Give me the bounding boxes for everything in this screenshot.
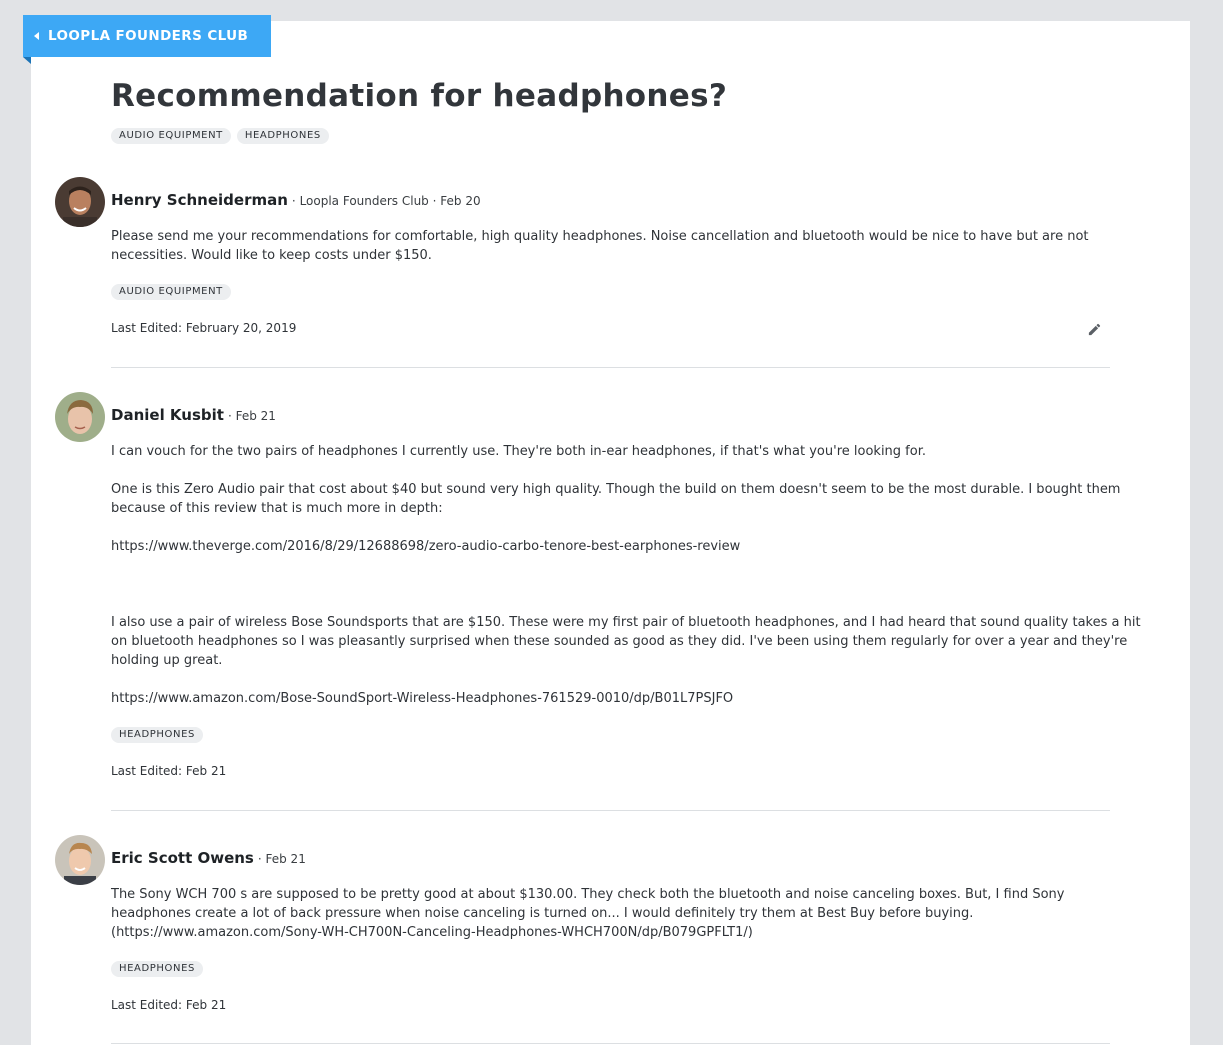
ribbon-fold <box>23 57 31 64</box>
post-tags: HEADPHONES <box>111 727 203 743</box>
body-line: because of this review that is much more… <box>111 501 443 516</box>
post-divider <box>111 367 1110 368</box>
author-name[interactable]: Daniel Kusbit <box>111 406 224 424</box>
tag-audio-equipment[interactable]: AUDIO EQUIPMENT <box>111 128 231 144</box>
post-body: Please send me your recommendations for … <box>111 227 1111 265</box>
last-edited: Last Edited: Feb 21 <box>111 998 227 1012</box>
post-meta: · Feb 21 <box>257 852 306 866</box>
link-amazon-bose[interactable]: https://www.amazon.com/Bose-SoundSport-W… <box>111 689 1111 708</box>
post-body-paragraph: I also use a pair of wireless Bose Sound… <box>111 613 1141 670</box>
post-divider <box>111 810 1110 811</box>
last-edited: Last Edited: Feb 21 <box>111 764 227 778</box>
club-name: LOOPLA FOUNDERS CLUB <box>48 28 249 44</box>
caret-left-icon <box>34 32 39 40</box>
post-date: Feb 21 <box>265 852 306 866</box>
post-header: Daniel Kusbit · Feb 21 <box>111 406 276 424</box>
body-line: One is this Zero Audio pair that cost ab… <box>111 482 1121 497</box>
author-name[interactable]: Henry Schneiderman <box>111 191 288 209</box>
body-line: I also use a pair of wireless Bose Sound… <box>111 615 1141 630</box>
tag-headphones[interactable]: HEADPHONES <box>236 128 329 144</box>
post-meta: · Loopla Founders Club · Feb 20 <box>291 194 481 208</box>
avatar[interactable] <box>55 177 105 227</box>
body-line: Please send me your recommendations for … <box>111 229 1089 244</box>
post-header: Eric Scott Owens · Feb 21 <box>111 849 306 867</box>
body-line: on bluetooth headphones so I was pleasan… <box>111 634 1128 649</box>
post-meta: · Feb 21 <box>227 409 276 423</box>
post-header: Henry Schneiderman · Loopla Founders Clu… <box>111 191 481 209</box>
link-text[interactable]: https://www.amazon.com/Bose-SoundSport-W… <box>111 691 733 706</box>
post-date: Feb 21 <box>235 409 276 423</box>
link-text[interactable]: https://www.theverge.com/2016/8/29/12688… <box>111 539 740 554</box>
post-divider <box>111 1043 1110 1044</box>
body-line: I can vouch for the two pairs of headpho… <box>111 444 926 459</box>
pencil-icon[interactable] <box>1087 322 1102 337</box>
link-verge-review[interactable]: https://www.theverge.com/2016/8/29/12688… <box>111 537 1111 556</box>
body-line: holding up great. <box>111 653 223 668</box>
tag-headphones[interactable]: HEADPHONES <box>111 961 203 977</box>
page-title: Recommendation for headphones? <box>111 78 728 114</box>
tag-audio-equipment[interactable]: AUDIO EQUIPMENT <box>111 284 231 300</box>
post-date: Feb 20 <box>440 194 481 208</box>
post-tags: AUDIO EQUIPMENT <box>111 284 231 300</box>
link-amazon-sony[interactable]: (https://www.amazon.com/Sony-WH-CH700N-C… <box>111 923 1111 942</box>
club-back-link[interactable]: LOOPLA FOUNDERS CLUB <box>23 15 271 57</box>
last-edited: Last Edited: February 20, 2019 <box>111 321 297 335</box>
tag-headphones[interactable]: HEADPHONES <box>111 727 203 743</box>
body-line: headphones create a lot of back pressure… <box>111 906 974 921</box>
author-name[interactable]: Eric Scott Owens <box>111 849 254 867</box>
post-body-paragraph: One is this Zero Audio pair that cost ab… <box>111 480 1121 518</box>
thread-tags: AUDIO EQUIPMENT HEADPHONES <box>111 128 329 144</box>
avatar[interactable] <box>55 392 105 442</box>
avatar[interactable] <box>55 835 105 885</box>
post-body: The Sony WCH 700 s are supposed to be pr… <box>111 885 1111 942</box>
body-line: necessities. Would like to keep costs un… <box>111 248 432 263</box>
club-link[interactable]: Loopla Founders Club <box>300 194 429 208</box>
post-tags: HEADPHONES <box>111 961 203 977</box>
body-line: The Sony WCH 700 s are supposed to be pr… <box>111 887 1065 902</box>
